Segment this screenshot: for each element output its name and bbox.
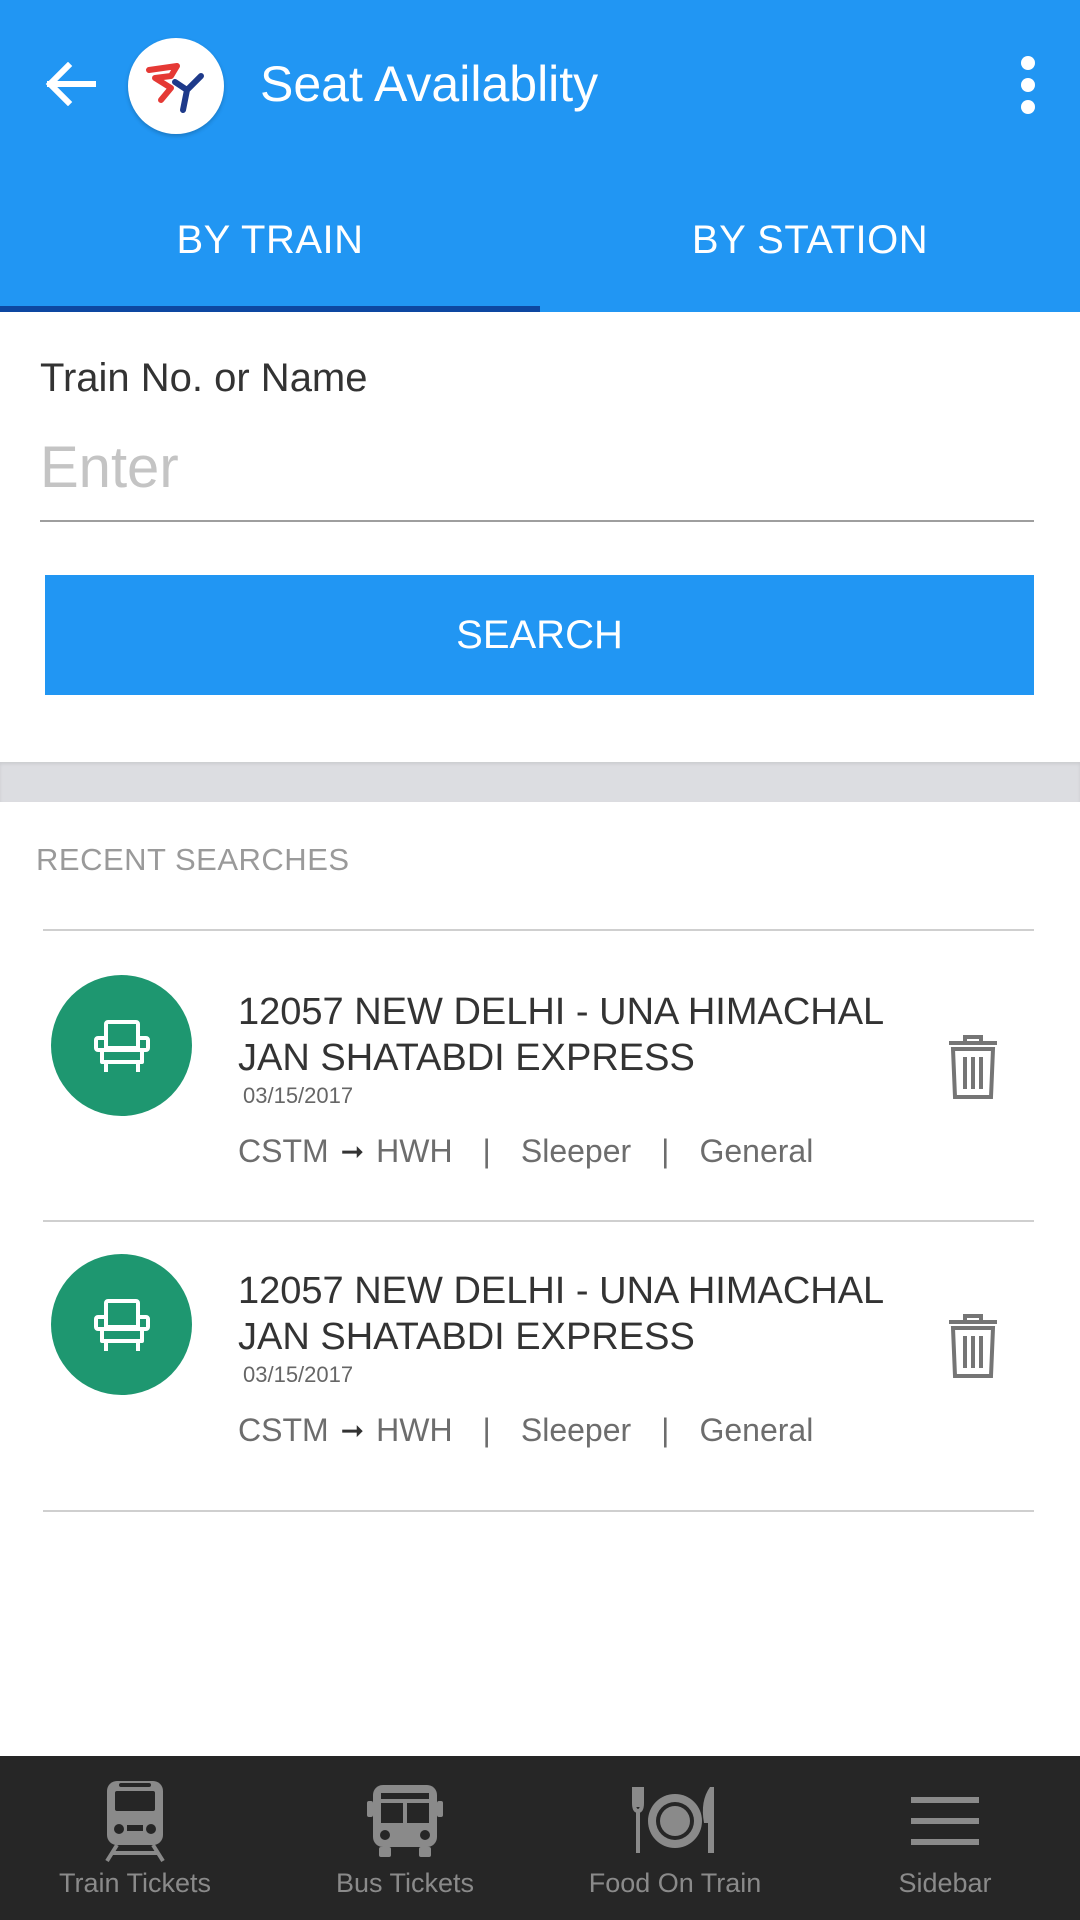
to-station: HWH — [376, 1133, 453, 1169]
delete-button[interactable] — [940, 1027, 1006, 1107]
nav-train-tickets[interactable]: Train Tickets — [0, 1756, 270, 1920]
tab-selected-indicator — [0, 306, 540, 312]
tab-by-train[interactable]: BY TRAIN — [0, 200, 540, 312]
from-station: CSTM — [238, 1412, 329, 1448]
from-station: CSTM — [238, 1133, 329, 1169]
right-arrow-icon: ➞ — [340, 1415, 365, 1446]
nav-label: Food On Train — [588, 1868, 762, 1898]
separator: | — [482, 1133, 491, 1169]
recent-searches-heading: RECENT SEARCHES — [36, 842, 350, 877]
travel-class: Sleeper — [520, 1412, 632, 1448]
delete-button[interactable] — [940, 1306, 1006, 1386]
tab-by-station[interactable]: BY STATION — [540, 200, 1080, 312]
train-number-input[interactable] — [40, 428, 1034, 522]
back-arrow-icon — [45, 62, 96, 106]
separator: | — [661, 1412, 670, 1448]
train-name: 12057 NEW DELHI - UNA HIMACHAL JAN SHATA… — [238, 1270, 883, 1358]
seat-avatar — [51, 1254, 192, 1395]
bottom-navigation: Train Tickets Bus Tickets Food On Train … — [0, 1756, 1080, 1920]
trash-icon — [949, 1035, 997, 1099]
separator: | — [482, 1412, 491, 1448]
nav-bus-tickets[interactable]: Bus Tickets — [270, 1756, 540, 1920]
app-bar: Seat Availablity BY TRAIN BY STATION — [0, 0, 1080, 312]
more-options-button[interactable] — [1000, 50, 1056, 120]
search-button[interactable]: SEARCH — [45, 575, 1034, 695]
seat-icon — [93, 1019, 150, 1072]
overflow-dot — [1021, 56, 1035, 70]
to-station: HWH — [376, 1412, 453, 1448]
journey-date: 03/15/2017 — [243, 1362, 354, 1387]
train-name: 12057 NEW DELHI - UNA HIMACHAL JAN SHATA… — [238, 991, 883, 1079]
route-info: CSTM ➞ HWH | Sleeper | General — [238, 1133, 813, 1170]
nav-sidebar[interactable]: Sidebar — [810, 1756, 1080, 1920]
travel-class: Sleeper — [520, 1133, 632, 1169]
divider — [43, 1510, 1034, 1512]
food-icon — [630, 1778, 720, 1864]
seat-icon — [93, 1298, 150, 1351]
back-button[interactable] — [38, 52, 102, 116]
seat-avatar — [51, 975, 192, 1116]
nav-label: Sidebar — [898, 1868, 992, 1898]
overflow-dot — [1021, 78, 1035, 92]
nav-food-on-train[interactable]: Food On Train — [540, 1756, 810, 1920]
section-divider — [0, 762, 1080, 802]
recent-search-item[interactable]: 12057 NEW DELHI - UNA HIMACHAL JAN SHATA… — [0, 929, 1080, 1219]
recent-search-item[interactable]: 12057 NEW DELHI - UNA HIMACHAL JAN SHATA… — [0, 1220, 1080, 1510]
app-logo — [128, 38, 224, 134]
train-field-label: Train No. or Name — [40, 356, 368, 400]
bus-icon — [360, 1778, 450, 1864]
right-arrow-icon: ➞ — [340, 1136, 365, 1167]
separator: | — [661, 1133, 670, 1169]
menu-icon — [900, 1778, 990, 1864]
quota: General — [699, 1412, 814, 1448]
trash-icon — [949, 1314, 997, 1378]
nav-label: Train Tickets — [58, 1868, 212, 1898]
journey-date: 03/15/2017 — [243, 1083, 354, 1108]
overflow-dot — [1021, 100, 1035, 114]
nav-label: Bus Tickets — [335, 1868, 475, 1898]
route-info: CSTM ➞ HWH | Sleeper | General — [238, 1412, 813, 1449]
quota: General — [699, 1133, 814, 1169]
page-title: Seat Availablity — [260, 56, 599, 112]
train-icon — [90, 1778, 180, 1864]
